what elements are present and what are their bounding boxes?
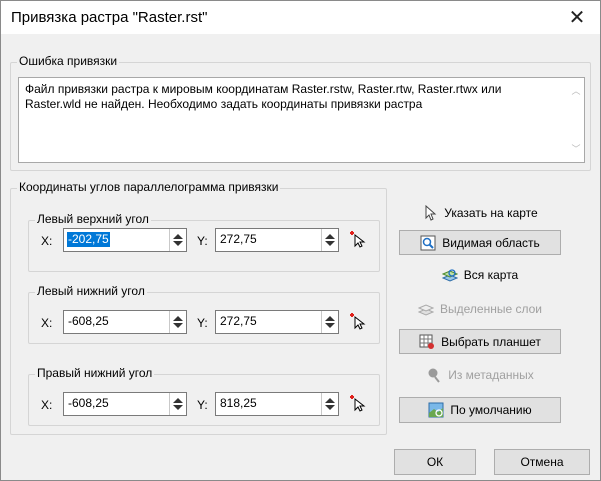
x-label: X: [41, 234, 53, 248]
cursor-icon [425, 204, 437, 221]
pick-point-icon[interactable] [349, 394, 367, 412]
error-scrollbar[interactable]: ︿ ﹀ [568, 78, 584, 162]
spin-up-icon[interactable] [173, 316, 183, 321]
corner-bottom-left-legend: Левый нижний угол [35, 284, 147, 298]
spin-down-icon[interactable] [173, 405, 183, 410]
top-left-x-value: -202,75 [67, 232, 110, 247]
bottom-right-y-stepper[interactable] [321, 393, 338, 415]
raster-binding-dialog: Привязка растра "Raster.rst" ✕ Ошибка пр… [0, 0, 601, 481]
error-message-box[interactable]: Файл привязки растра к мировым координат… [18, 77, 585, 163]
spin-down-icon[interactable] [325, 323, 335, 328]
top-left-x-stepper[interactable] [169, 229, 186, 251]
pick-point-icon[interactable] [349, 230, 367, 248]
close-icon: ✕ [568, 7, 586, 29]
top-left-y-input[interactable]: 272,75 [215, 228, 339, 252]
spin-up-icon[interactable] [173, 234, 183, 239]
bottom-left-x-input[interactable]: -608,25 [63, 310, 187, 334]
spin-up-icon[interactable] [325, 316, 335, 321]
default-label: По умолчанию [450, 403, 532, 417]
spin-down-icon[interactable] [325, 405, 335, 410]
spin-up-icon[interactable] [173, 398, 183, 403]
cancel-label: Отмена [520, 455, 564, 469]
corner-bottom-right-legend: Правый нижний угол [35, 366, 155, 380]
bottom-left-y-value: 272,75 [220, 314, 257, 328]
ok-label: ОК [426, 455, 444, 469]
scroll-up-icon[interactable]: ︿ [571, 84, 581, 96]
spin-up-icon[interactable] [325, 234, 335, 239]
y-label: Y: [197, 398, 208, 412]
corner-top-left-legend: Левый верхний угол [35, 212, 151, 226]
x-label: X: [41, 398, 53, 412]
bottom-right-y-value: 818,25 [220, 396, 257, 410]
bottom-right-y-input[interactable]: 818,25 [215, 392, 339, 416]
bottom-left-y-input[interactable]: 272,75 [215, 310, 339, 334]
visible-area-label: Видимая область [442, 235, 540, 250]
pick-point-icon[interactable] [349, 312, 367, 330]
top-left-y-value: 272,75 [220, 232, 257, 246]
top-left-y-stepper[interactable] [321, 229, 338, 251]
bottom-left-y-stepper[interactable] [321, 311, 338, 333]
top-left-x-input[interactable]: -202,75 [63, 228, 187, 252]
ok-button[interactable]: ОК [394, 449, 476, 475]
whole-map-label: Вся карта [463, 267, 519, 282]
metadata-icon [428, 368, 440, 383]
spin-up-icon[interactable] [325, 398, 335, 403]
scroll-down-icon[interactable]: ﹀ [571, 142, 581, 154]
cancel-button[interactable]: Отмена [494, 449, 590, 475]
error-message-text: Файл привязки растра к мировым координат… [25, 82, 502, 111]
close-button[interactable]: ✕ [554, 1, 600, 34]
zoom-visible-icon [420, 235, 436, 250]
choose-sheet-label: Выбрать планшет [441, 334, 541, 349]
selected-layers-icon [418, 303, 434, 316]
error-group-legend: Ошибка привязки [17, 54, 120, 68]
selected-layers-label: Выделенные слои [440, 301, 542, 316]
bottom-left-x-stepper[interactable] [169, 311, 186, 333]
whole-map-button[interactable]: Вся карта [399, 262, 561, 287]
from-metadata-label: Из метаданных [448, 367, 534, 382]
x-label: X: [41, 316, 53, 330]
bottom-right-x-input[interactable]: -608,25 [63, 392, 187, 416]
point-on-map-button[interactable]: Указать на карте [399, 200, 561, 225]
visible-area-button[interactable]: Видимая область [399, 230, 561, 255]
bottom-right-x-value: -608,25 [68, 396, 109, 410]
y-label: Y: [197, 316, 208, 330]
choose-sheet-button[interactable]: Выбрать планшет [399, 329, 561, 354]
default-button[interactable]: По умолчанию [399, 397, 561, 423]
bottom-left-x-value: -608,25 [68, 314, 109, 328]
default-extent-icon [428, 402, 444, 418]
y-label: Y: [197, 234, 208, 248]
spin-down-icon[interactable] [173, 323, 183, 328]
grid-sheet-icon [419, 334, 435, 349]
bottom-right-x-stepper[interactable] [169, 393, 186, 415]
coords-group-legend: Координаты углов параллелограмма привязк… [17, 180, 281, 194]
selected-layers-button[interactable]: Выделенные слои [399, 296, 561, 321]
whole-map-icon [441, 268, 458, 282]
window-title: Привязка растра "Raster.rst" [11, 9, 208, 26]
from-metadata-button[interactable]: Из метаданных [399, 362, 561, 387]
spin-down-icon[interactable] [173, 241, 183, 246]
spin-down-icon[interactable] [325, 241, 335, 246]
point-on-map-label: Указать на карте [444, 205, 538, 220]
title-bar: Привязка растра "Raster.rst" ✕ [1, 1, 600, 34]
